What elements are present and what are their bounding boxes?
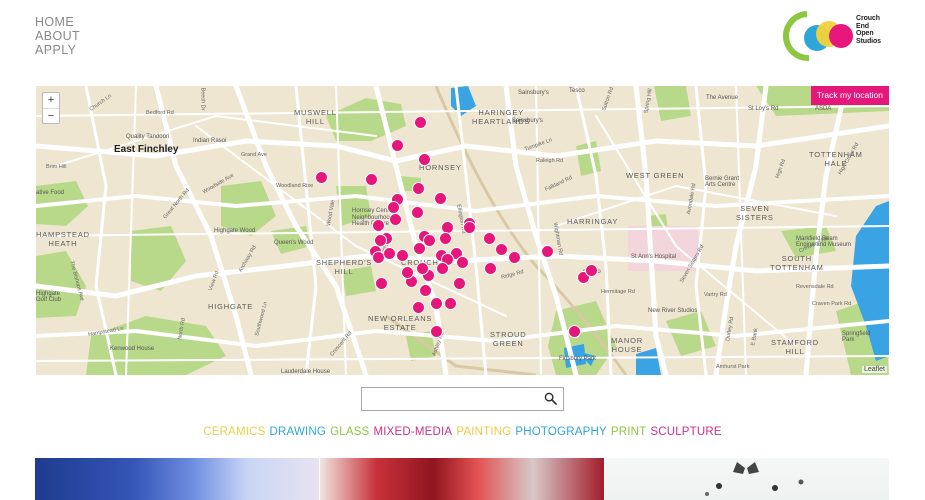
road-hermitage-rd: Hermitage Rd <box>601 289 635 295</box>
road-beech-dr: Beech Dr <box>199 87 206 111</box>
label-springfield-park: Springfield Park <box>842 331 871 343</box>
studio-marker[interactable] <box>401 265 415 279</box>
label-highgate: HIGHGATE <box>208 302 254 311</box>
search-input[interactable] <box>362 388 542 410</box>
butterfly-artwork <box>705 462 804 496</box>
road-grand-ave: Grand Ave <box>241 152 267 158</box>
road-bedford-rd: Bedford Rd <box>146 110 174 116</box>
label-new-orleans-estate: NEW ORLEANS ESTATE <box>368 314 433 332</box>
road-amhurst-park: Amhurst Park <box>716 364 750 370</box>
zoom-in-button[interactable]: + <box>43 93 59 108</box>
nav-apply[interactable]: APPLY <box>35 43 80 57</box>
park-area <box>654 86 691 121</box>
search-box <box>361 387 564 411</box>
label-south-tottenham: SOUTH TOTTENHAM <box>770 254 824 272</box>
category-print[interactable]: PRINT <box>611 426 647 438</box>
road-brim-hill: Brim Hill <box>46 164 67 170</box>
map-attribution[interactable]: Leaflet <box>861 366 887 373</box>
label-the-avenue: The Avenue <box>706 95 738 101</box>
label-west-green: WEST GREEN <box>626 171 685 180</box>
studio-marker[interactable] <box>382 247 396 261</box>
label-st-loys: St Loy's Rd <box>748 106 779 112</box>
gallery-image-3[interactable] <box>605 458 889 500</box>
label-asda: ASDA <box>815 106 832 112</box>
road-woodland-rise: Woodland Rise <box>276 183 314 189</box>
label-highgate-golf-club: Highgate Golf Club <box>36 291 62 303</box>
label-east-finchley: East Finchley <box>114 144 179 155</box>
studio-marker[interactable] <box>429 325 443 339</box>
label-stamford-hill: STAMFORD HILL <box>771 338 819 356</box>
category-mixed-media[interactable]: MIXED-MEDIA <box>373 426 452 438</box>
category-drawing[interactable]: DRAWING <box>270 426 327 438</box>
studio-marker[interactable] <box>412 181 426 195</box>
logo-line-3: Studios <box>856 37 881 45</box>
studio-gallery <box>35 458 889 500</box>
main-nav: HOME ABOUT APPLY <box>35 15 80 57</box>
studio-marker[interactable] <box>436 261 450 275</box>
gallery-image-2[interactable] <box>320 458 604 500</box>
studio-marker[interactable] <box>415 261 429 275</box>
studio-marker[interactable] <box>484 261 498 275</box>
studio-marker[interactable] <box>541 244 555 258</box>
label-shepherds-hill: SHEPHERD'S HILL <box>316 258 373 276</box>
label-sainsburys-2: Sainsbury's <box>512 118 543 124</box>
category-sculpture[interactable]: SCULPTURE <box>650 426 721 438</box>
studios-map[interactable]: East Finchley MUSWELL HILL HARINGEY HEAR… <box>36 86 889 375</box>
label-tesco: Tesco <box>569 88 585 94</box>
logo-circles-icon <box>783 11 853 62</box>
studio-marker[interactable] <box>391 138 405 152</box>
search-icon[interactable] <box>544 392 557 405</box>
label-muswell-hill: MUSWELL HILL <box>294 108 337 126</box>
road-vartry-rd: Vartry Rd <box>704 292 727 298</box>
label-stroud-green: STROUD GREEN <box>490 330 527 348</box>
label-harringay: HARRINGAY <box>567 217 619 226</box>
category-painting[interactable]: PAINTING <box>456 426 511 438</box>
category-glass[interactable]: GLASS <box>330 426 369 438</box>
label-new-river-studios: New River Studios <box>648 308 698 314</box>
label-highgate-wood: Highgate Wood <box>214 228 256 234</box>
label-bernie-grant: Bernie Grant Arts Centre <box>705 176 740 188</box>
logo-line-1: Crouch End <box>856 15 880 30</box>
road-raleigh-rd: Raleigh Rd <box>536 158 564 164</box>
nav-home[interactable]: HOME <box>35 15 80 29</box>
label-st-anns-hospital: St Ann's Hospital <box>631 254 677 260</box>
label-sainsburys-1: Sainsbury's <box>518 90 549 96</box>
track-location-button[interactable]: Track my location <box>810 86 889 105</box>
label-finsbury-park: Finsbury Park <box>559 356 597 362</box>
label-queens-wood: Queen's Wood <box>274 240 314 246</box>
label-hampstead-heath: HAMPSTEAD HEATH <box>36 230 90 248</box>
zoom-out-button[interactable]: − <box>43 108 59 123</box>
label-indian-rasoi: Indian Rasoi <box>193 138 227 144</box>
label-manor-house: MANOR HOUSE <box>611 336 643 354</box>
category-ceramics[interactable]: CERAMICS <box>203 426 265 438</box>
site-logo[interactable]: Crouch End Open Studios <box>783 10 893 62</box>
label-seven-sisters: SEVEN SISTERS <box>736 204 774 222</box>
logo-text: Crouch End Open Studios <box>856 15 893 45</box>
gallery-image-1[interactable] <box>35 458 319 500</box>
road-revensdale-rd: Revensdale Rd <box>796 284 834 290</box>
label-active-food: ative Food <box>36 190 65 196</box>
label-lauderdale-house: Lauderdale House <box>281 369 331 375</box>
studio-marker[interactable] <box>453 276 467 290</box>
label-quality-tandoori: Quality Tandoori <box>126 134 170 140</box>
park-area <box>86 316 226 375</box>
category-filter: CERAMICS DRAWING GLASS MIXED-MEDIA PAINTING P… <box>0 426 925 438</box>
category-photography[interactable]: PHOTOGRAPHY <box>515 426 606 438</box>
studio-marker[interactable] <box>410 205 424 219</box>
logo-line-2: Open <box>856 30 874 37</box>
road-craven-park-rd: Craven Park Rd <box>812 301 852 307</box>
zoom-control: + − <box>42 92 60 124</box>
nav-about[interactable]: ABOUT <box>35 29 80 43</box>
label-kenwood-house: Kenwood House <box>110 346 155 352</box>
studio-marker[interactable] <box>456 255 469 269</box>
